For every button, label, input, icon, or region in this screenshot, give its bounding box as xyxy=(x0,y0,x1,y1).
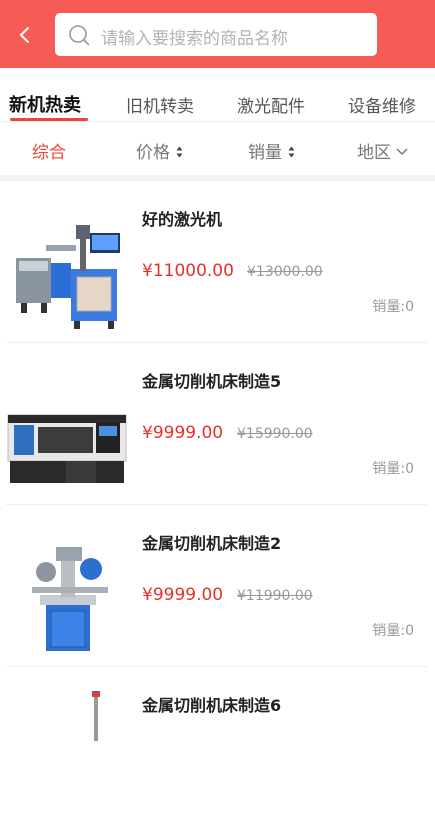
search-icon xyxy=(69,25,90,46)
filter-sales-label: 销量 xyxy=(248,143,282,163)
product-price: ¥9999.00 xyxy=(142,585,224,605)
search-input[interactable]: 请输入要搜索的商品名称 xyxy=(55,13,377,56)
back-button[interactable] xyxy=(10,20,40,50)
chevron-down-icon xyxy=(396,148,408,156)
product-price: ¥11000.00 xyxy=(142,261,234,281)
product-old-price: ¥11990.00 xyxy=(237,588,313,604)
product-sales: 销量:0 xyxy=(372,623,414,639)
sort-arrows-icon xyxy=(176,146,183,158)
product-sales: 销量:0 xyxy=(372,461,414,477)
cnc-lathe-image xyxy=(7,414,127,483)
product-price: ¥9999.00 xyxy=(142,423,224,443)
category-tabs: 新机热卖 旧机转卖 激光配件 设备维修 xyxy=(0,68,435,122)
product-item[interactable]: 好的激光机 ¥11000.00 ¥13000.00 销量:0 xyxy=(0,181,435,343)
filter-bar: 综合 价格 销量 地区 xyxy=(0,122,435,175)
chevron-left-icon xyxy=(20,27,29,43)
tab-equipment-repair[interactable]: 设备维修 xyxy=(348,92,416,117)
filter-region[interactable]: 地区 xyxy=(357,138,408,163)
tab-new-machines[interactable]: 新机热卖 xyxy=(9,91,81,117)
product-item[interactable]: 金属切削机床制造2 ¥9999.00 ¥11990.00 销量:0 xyxy=(0,505,435,667)
product-name: 好的激光机 xyxy=(142,210,223,229)
filter-overall[interactable]: 综合 xyxy=(32,138,66,163)
laser-marking-machine-image xyxy=(16,225,120,329)
product-item[interactable]: 金属切削机床制造5 ¥9999.00 ¥15990.00 销量:0 xyxy=(0,343,435,505)
filter-region-label: 地区 xyxy=(357,143,391,163)
filter-price[interactable]: 价格 xyxy=(136,138,183,163)
search-placeholder: 请输入要搜索的商品名称 xyxy=(101,29,288,49)
product-old-price: ¥13000.00 xyxy=(247,264,323,280)
machine-image xyxy=(92,691,100,741)
product-item[interactable]: 金属切削机床制造6 xyxy=(0,667,435,829)
product-name: 金属切削机床制造2 xyxy=(142,534,282,553)
product-name: 金属切削机床制造5 xyxy=(142,372,282,391)
tab-used-machines[interactable]: 旧机转卖 xyxy=(126,92,194,117)
filter-overall-label: 综合 xyxy=(32,143,66,163)
active-tab-indicator xyxy=(10,118,88,121)
top-bar: 请输入要搜索的商品名称 xyxy=(0,0,435,68)
product-name: 金属切削机床制造6 xyxy=(142,696,282,715)
tab-laser-parts[interactable]: 激光配件 xyxy=(237,92,305,117)
product-sales: 销量:0 xyxy=(372,299,414,315)
grinding-machine-image xyxy=(32,547,108,651)
product-old-price: ¥15990.00 xyxy=(237,426,313,442)
sort-arrows-icon xyxy=(288,146,295,158)
filter-sales[interactable]: 销量 xyxy=(248,138,295,163)
filter-price-label: 价格 xyxy=(136,143,170,163)
